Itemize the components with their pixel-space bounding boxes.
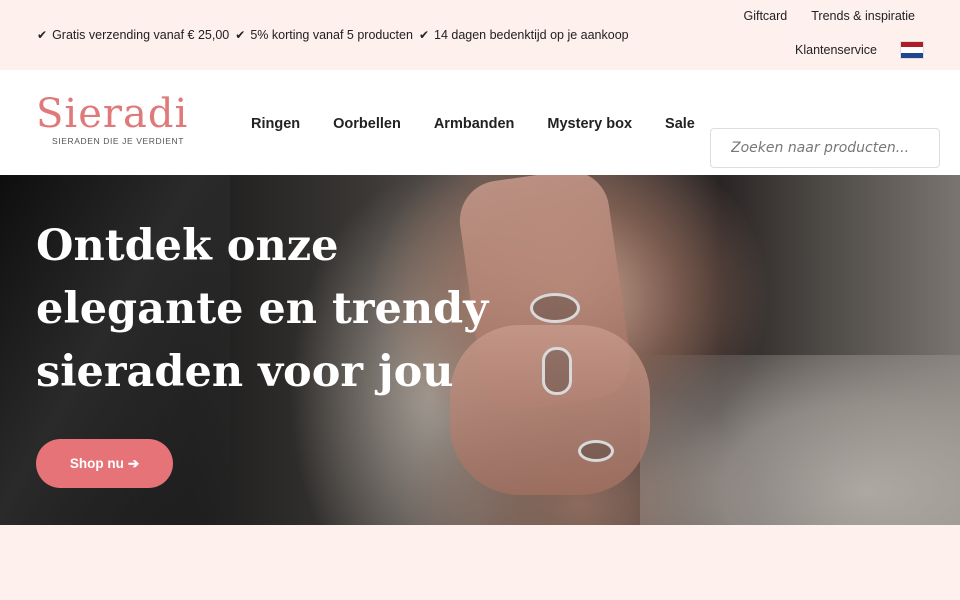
check-icon: ✔ [37,28,48,42]
trends-link[interactable]: Trends & inspiratie [811,9,915,23]
usp-item: ✔ 14 dagen bedenktijd op je aankoop [419,28,629,42]
page-section-below [0,525,960,600]
nav-item-armbanden[interactable]: Armbanden [434,116,515,132]
logo-tagline: SIERADEN DIE JE VERDIENT [52,136,185,146]
hero-banner: Ontdek onze elegante en trendy sieraden … [0,175,960,525]
nav-item-mystery-box[interactable]: Mystery box [547,116,632,132]
main-nav: Ringen Oorbellen Armbanden Mystery box S… [251,116,695,132]
hero-image-ring [530,293,580,323]
top-links: Giftcard Trends & inspiratie [743,9,915,23]
nav-item-ringen[interactable]: Ringen [251,116,300,132]
logo-wordmark: Sieradi [36,91,189,137]
hero-title-line: sieraden voor jou [36,347,454,397]
shop-now-label: Shop nu [69,456,124,471]
usp-list: ✔ Gratis verzending vanaf € 25,00 ✔ 5% k… [37,28,629,42]
top-bar: ✔ Gratis verzending vanaf € 25,00 ✔ 5% k… [0,0,960,70]
hero-title: Ontdek onze elegante en trendy sieraden … [36,215,496,404]
usp-text: 5% korting vanaf 5 producten [250,28,413,42]
top-links-secondary: Klantenservice [795,41,924,59]
flag-nl-icon[interactable] [900,41,924,59]
usp-item: ✔ 5% korting vanaf 5 producten [235,28,413,42]
giftcard-link[interactable]: Giftcard [743,9,787,23]
shop-now-button[interactable]: Shop nu ➔ [36,439,173,488]
hero-image-ring [542,347,572,395]
hero-image-ring [578,440,614,462]
flag-stripe-blue [901,52,923,58]
hero-title-line: Ontdek onze [36,221,339,271]
check-icon: ✔ [235,28,246,42]
hero-image-carpet [640,355,960,525]
usp-text: Gratis verzending vanaf € 25,00 [52,28,230,42]
search-input[interactable] [710,128,940,168]
logo[interactable]: Sieradi SIERADEN DIE JE VERDIENT [36,94,196,146]
hero-title-line: elegante en trendy [36,284,489,334]
check-icon: ✔ [418,28,429,42]
customer-service-link[interactable]: Klantenservice [795,43,877,57]
usp-item: ✔ Gratis verzending vanaf € 25,00 [37,28,229,42]
nav-item-sale[interactable]: Sale [665,116,695,132]
arrow-right-icon: ➔ [127,455,140,471]
usp-text: 14 dagen bedenktijd op je aankoop [434,28,629,42]
nav-item-oorbellen[interactable]: Oorbellen [333,116,401,132]
